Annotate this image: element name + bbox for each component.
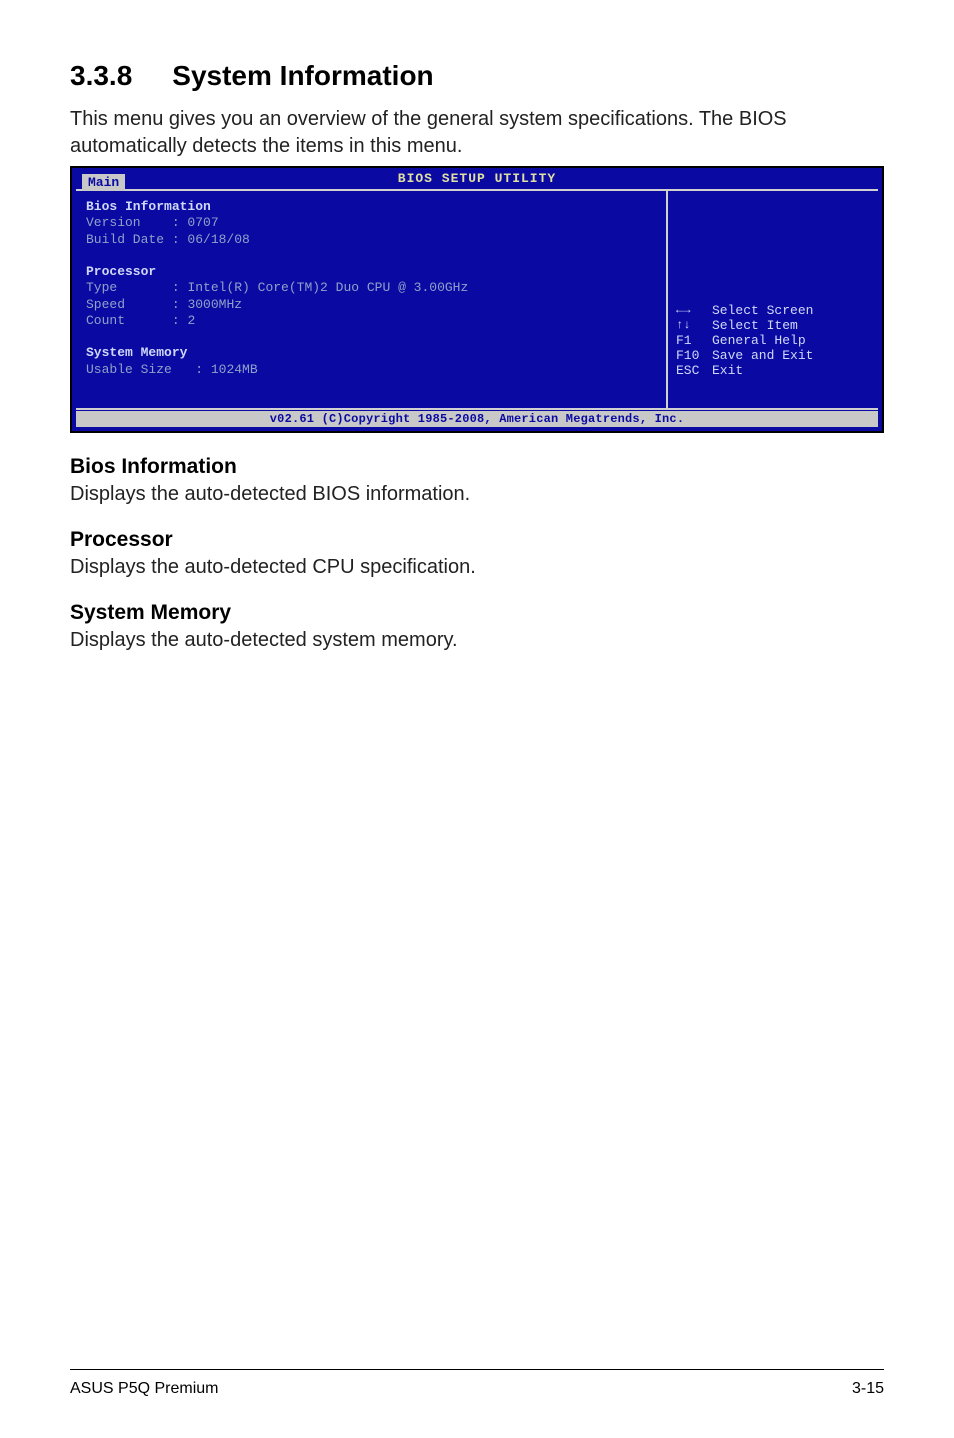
bios-help-panel: ←→Select Screen ↑↓Select Item F1General … — [668, 191, 878, 408]
help-esc-text: Exit — [712, 363, 743, 378]
bios-footer: v02.61 (C)Copyright 1985-2008, American … — [76, 411, 878, 427]
bios-left-panel: Bios Information Version : 0707 Build Da… — [76, 191, 668, 408]
help-select-item-text: Select Item — [712, 318, 798, 333]
footer-left: ASUS P5Q Premium — [70, 1380, 218, 1398]
help-esc-key: ESC — [676, 363, 712, 378]
help-f1-text: General Help — [712, 333, 806, 348]
section-number: 3.3.8 — [70, 60, 132, 92]
bios-build-value: 06/18/08 — [187, 232, 249, 247]
arrows-ud-icon: ↑↓ — [676, 318, 712, 332]
bios-titlebar: BIOS SETUP UTILITY Main — [72, 168, 882, 188]
bios-usable-row: Usable Size : 1024MB — [86, 362, 656, 378]
bios-window: BIOS SETUP UTILITY Main Bios Information… — [70, 166, 884, 433]
bios-type-label: Type — [86, 280, 117, 295]
bios-usable-value: 1024MB — [211, 362, 258, 377]
body-mem: Displays the auto-detected system memory… — [70, 629, 884, 652]
help-select-screen: ←→Select Screen — [676, 303, 870, 318]
bios-type-value: Intel(R) Core(TM)2 Duo CPU @ 3.00GHz — [187, 280, 468, 295]
bios-tab-main[interactable]: Main — [82, 174, 125, 191]
help-f1: F1General Help — [676, 333, 870, 348]
bios-body: Bios Information Version : 0707 Build Da… — [76, 189, 878, 410]
bios-count-label: Count — [86, 313, 125, 328]
help-esc: ESCExit — [676, 363, 870, 378]
bios-build-label: Build Date — [86, 232, 164, 247]
bios-usable-label: Usable Size — [86, 362, 172, 377]
bios-title: BIOS SETUP UTILITY — [398, 171, 556, 186]
body-proc: Displays the auto-detected CPU specifica… — [70, 556, 884, 579]
section-heading: 3.3.8 System Information — [70, 60, 884, 92]
bios-mem-header: System Memory — [86, 345, 656, 361]
bios-speed-value: 3000MHz — [187, 297, 242, 312]
bios-speed-row: Speed : 3000MHz — [86, 297, 656, 313]
sub-heading-bios-info: Bios Information — [70, 455, 884, 479]
bios-speed-label: Speed — [86, 297, 125, 312]
intro-text: This menu gives you an overview of the g… — [70, 106, 884, 160]
bios-build-row: Build Date : 06/18/08 — [86, 232, 656, 248]
help-f10-text: Save and Exit — [712, 348, 813, 363]
bios-count-value: 2 — [187, 313, 195, 328]
sub-heading-mem: System Memory — [70, 601, 884, 625]
page-footer: ASUS P5Q Premium 3-15 — [70, 1369, 884, 1398]
help-select-item: ↑↓Select Item — [676, 318, 870, 333]
bios-version-value: 0707 — [187, 215, 218, 230]
body-bios-info: Displays the auto-detected BIOS informat… — [70, 483, 884, 506]
section-title: System Information — [172, 60, 433, 91]
help-f1-key: F1 — [676, 333, 712, 348]
arrows-lr-icon: ←→ — [676, 303, 712, 317]
bios-version-label: Version — [86, 215, 141, 230]
help-select-screen-text: Select Screen — [712, 303, 813, 318]
footer-right: 3-15 — [852, 1380, 884, 1398]
help-f10-key: F10 — [676, 348, 712, 363]
bios-info-header: Bios Information — [86, 199, 656, 215]
help-f10: F10Save and Exit — [676, 348, 870, 363]
bios-count-row: Count : 2 — [86, 313, 656, 329]
bios-proc-header: Processor — [86, 264, 656, 280]
bios-type-row: Type : Intel(R) Core(TM)2 Duo CPU @ 3.00… — [86, 280, 656, 296]
bios-version-row: Version : 0707 — [86, 215, 656, 231]
sub-heading-proc: Processor — [70, 528, 884, 552]
